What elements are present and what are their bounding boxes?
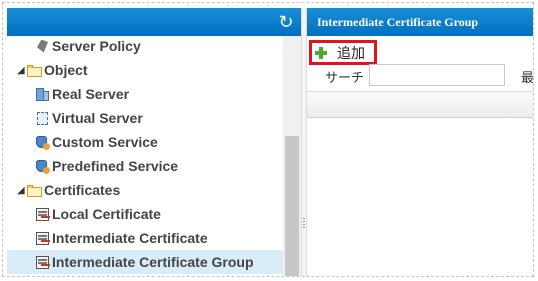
tree-item-label: Custom Service <box>52 134 158 150</box>
tree-item-predefined-service[interactable]: Predefined Service <box>7 154 283 178</box>
folder-icon <box>27 63 42 78</box>
search-input[interactable] <box>369 64 505 86</box>
page-title: Intermediate Certificate Group <box>317 15 479 29</box>
tree-item-label: Intermediate Certificate <box>52 230 208 246</box>
policy-icon <box>35 39 50 54</box>
scrollbar-thumb[interactable] <box>285 136 299 276</box>
tree-item-custom-service[interactable]: Custom Service <box>7 130 283 154</box>
certificate-icon <box>35 255 50 270</box>
screenshot-frame: ↻ Server Policy ◢ Object Real Server Vir… <box>2 2 534 277</box>
search-extra-label: 最 <box>521 70 533 85</box>
navigation-panel: ↻ Server Policy ◢ Object Real Server Vir… <box>7 8 301 276</box>
service-icon <box>35 159 50 174</box>
virtual-server-icon <box>35 111 50 126</box>
content-header: Intermediate Certificate Group <box>307 8 533 36</box>
tree-item-server-policy[interactable]: Server Policy <box>7 36 283 58</box>
collapse-arrow-icon[interactable]: ◢ <box>15 65 27 76</box>
content-panel: Intermediate Certificate Group 追加 サーチ 最 <box>307 8 533 276</box>
service-icon <box>35 135 50 150</box>
refresh-icon[interactable]: ↻ <box>277 13 295 31</box>
tree-scrollbar[interactable] <box>283 36 301 276</box>
tree-item-local-certificate[interactable]: Local Certificate <box>7 202 283 226</box>
tree-item-certificates[interactable]: ◢ Certificates <box>7 178 283 202</box>
tree-item-virtual-server[interactable]: Virtual Server <box>7 106 283 130</box>
navigation-tree: Server Policy ◢ Object Real Server Virtu… <box>7 36 283 276</box>
tree-item-label: Real Server <box>52 86 130 102</box>
add-button-label: 追加 <box>337 44 365 61</box>
splitter-grip-icon[interactable] <box>303 218 305 230</box>
grid-header <box>307 91 533 118</box>
collapse-arrow-icon[interactable]: ◢ <box>15 185 27 196</box>
tree-item-label: Intermediate Certificate Group <box>52 254 254 270</box>
server-icon <box>35 87 50 102</box>
tree-item-label: Object <box>44 62 88 78</box>
tree-item-object[interactable]: ◢ Object <box>7 58 283 82</box>
tree-item-real-server[interactable]: Real Server <box>7 82 283 106</box>
tree-item-label: Predefined Service <box>52 158 179 174</box>
search-label: サーチ <box>325 70 365 85</box>
tree-item-intermediate-certificate[interactable]: Intermediate Certificate <box>7 226 283 250</box>
tree-item-intermediate-certificate-group[interactable]: Intermediate Certificate Group <box>7 250 283 274</box>
tree-item-label: Certificates <box>44 182 121 198</box>
certificate-icon <box>35 207 50 222</box>
tree-item-label: Virtual Server <box>52 110 143 126</box>
tree-item-label: Local Certificate <box>52 206 161 222</box>
add-button[interactable]: 追加 <box>309 40 377 65</box>
plus-icon <box>314 46 328 60</box>
folder-icon <box>27 183 42 198</box>
tree-item-label: Server Policy <box>52 38 141 54</box>
navigation-header: ↻ <box>7 8 301 36</box>
grid-body <box>307 118 533 276</box>
certificate-icon <box>35 231 50 246</box>
